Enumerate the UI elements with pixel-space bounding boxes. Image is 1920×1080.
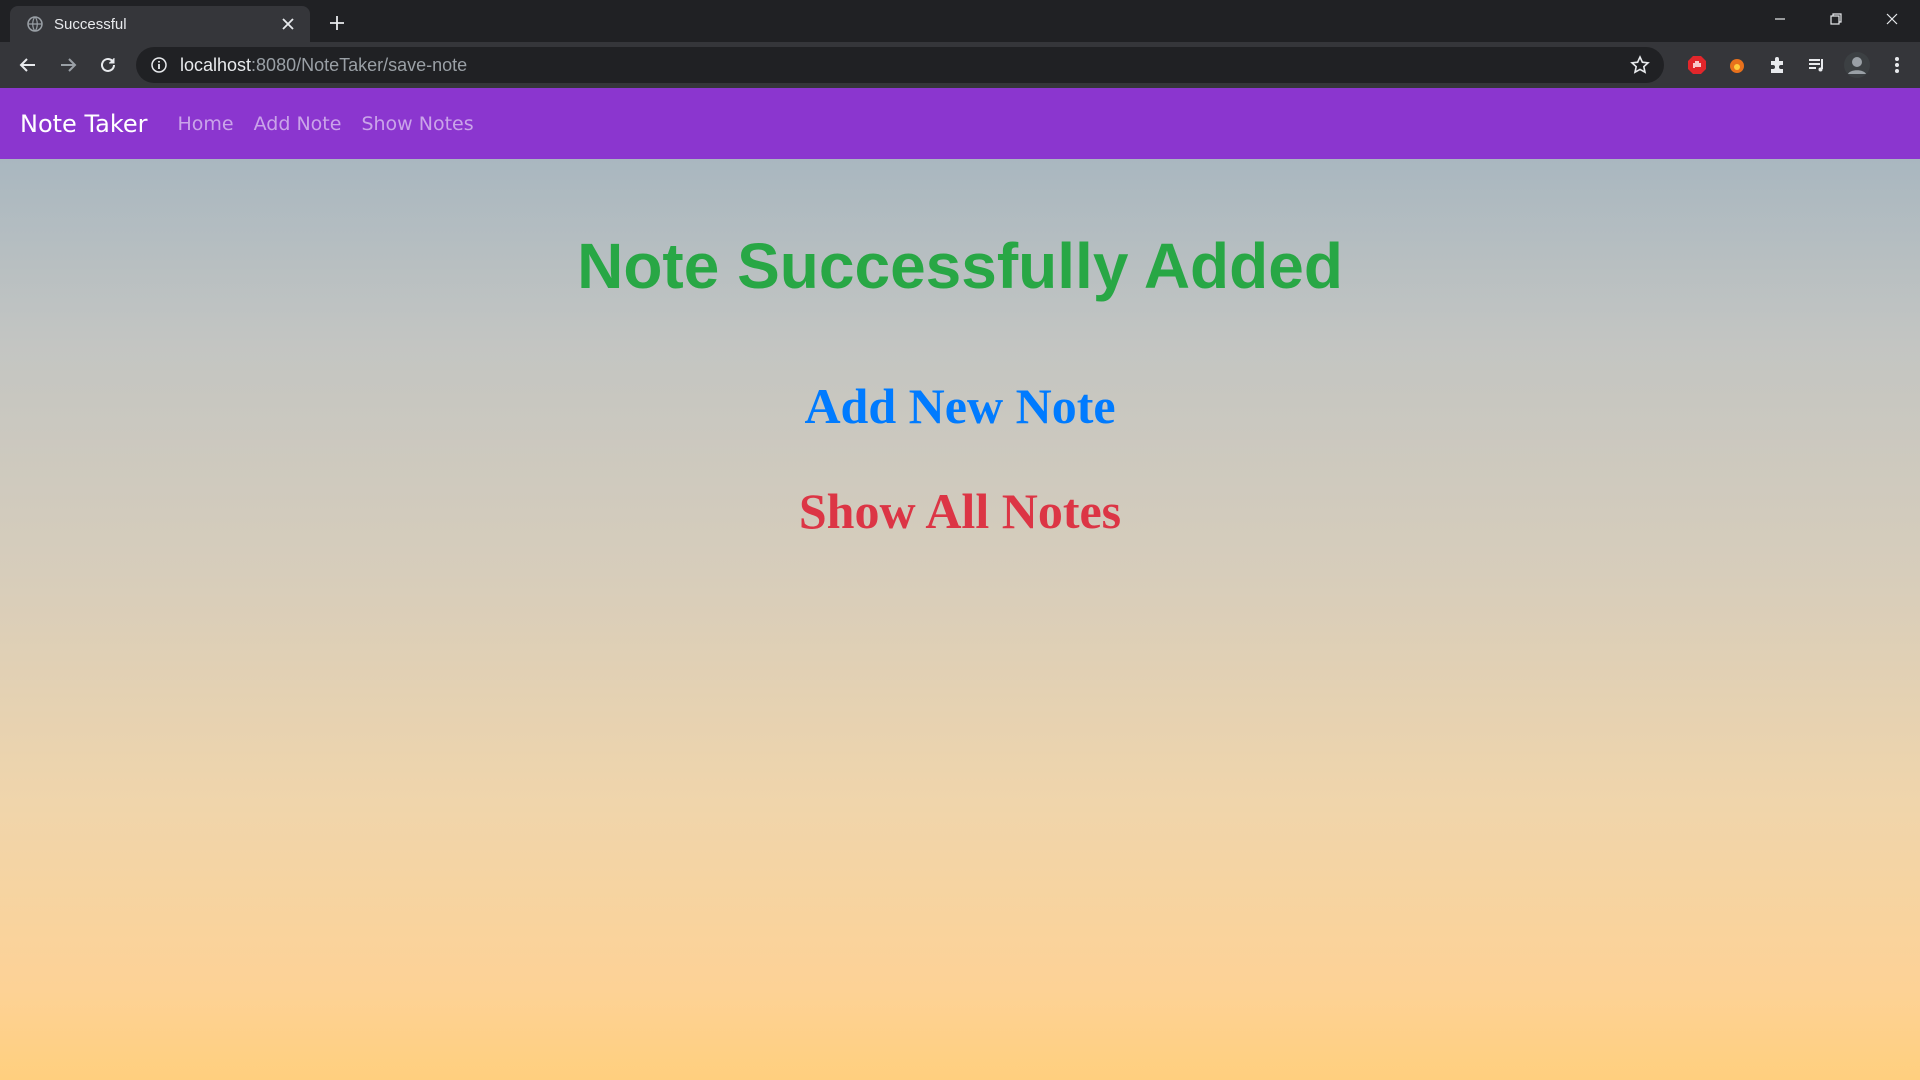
browser-tab[interactable]: Successful: [10, 6, 310, 42]
page-body: Note Successfully Added Add New Note Sho…: [0, 159, 1920, 1080]
forward-icon[interactable]: [48, 45, 88, 85]
url-path: :8080/NoteTaker/save-note: [251, 54, 468, 75]
browser-tab-strip: Successful: [0, 0, 1920, 42]
show-all-notes-link[interactable]: Show All Notes: [799, 482, 1121, 540]
show-link-wrapper: Show All Notes: [0, 482, 1920, 540]
add-new-note-link[interactable]: Add New Note: [804, 377, 1115, 435]
back-icon[interactable]: [8, 45, 48, 85]
window-controls: [1752, 0, 1920, 38]
tab-title: Successful: [54, 15, 127, 33]
adblock-extension-icon[interactable]: [1684, 52, 1710, 78]
close-icon[interactable]: [276, 12, 300, 36]
profile-avatar-icon[interactable]: [1844, 52, 1870, 78]
info-icon[interactable]: [150, 56, 168, 74]
kebab-menu-icon[interactable]: [1884, 52, 1910, 78]
media-playlist-icon[interactable]: [1804, 52, 1830, 78]
restore-icon[interactable]: [1808, 0, 1864, 38]
address-bar[interactable]: localhost:8080/NoteTaker/save-note: [136, 47, 1664, 83]
navbar-brand[interactable]: Note Taker: [20, 110, 148, 138]
url-text: localhost:8080/NoteTaker/save-note: [180, 55, 467, 76]
bookmark-star-icon[interactable]: [1630, 55, 1650, 75]
minimize-icon[interactable]: [1752, 0, 1808, 38]
site-navbar: Note Taker Home Add Note Show Notes: [0, 88, 1920, 159]
url-host: localhost: [180, 54, 252, 75]
success-heading: Note Successfully Added: [577, 230, 1343, 302]
globe-icon: [26, 15, 44, 33]
fire-extension-icon[interactable]: [1724, 52, 1750, 78]
browser-toolbar: localhost:8080/NoteTaker/save-note: [0, 42, 1920, 88]
new-tab-button[interactable]: [322, 8, 352, 38]
reload-icon[interactable]: [88, 45, 128, 85]
nav-link-home[interactable]: Home: [178, 113, 234, 135]
puzzle-extensions-icon[interactable]: [1764, 52, 1790, 78]
nav-link-add-note[interactable]: Add Note: [254, 113, 342, 135]
close-window-icon[interactable]: [1864, 0, 1920, 38]
extensions-area: [1684, 42, 1910, 88]
add-link-wrapper: Add New Note: [0, 377, 1920, 435]
nav-link-show-notes[interactable]: Show Notes: [361, 113, 473, 135]
